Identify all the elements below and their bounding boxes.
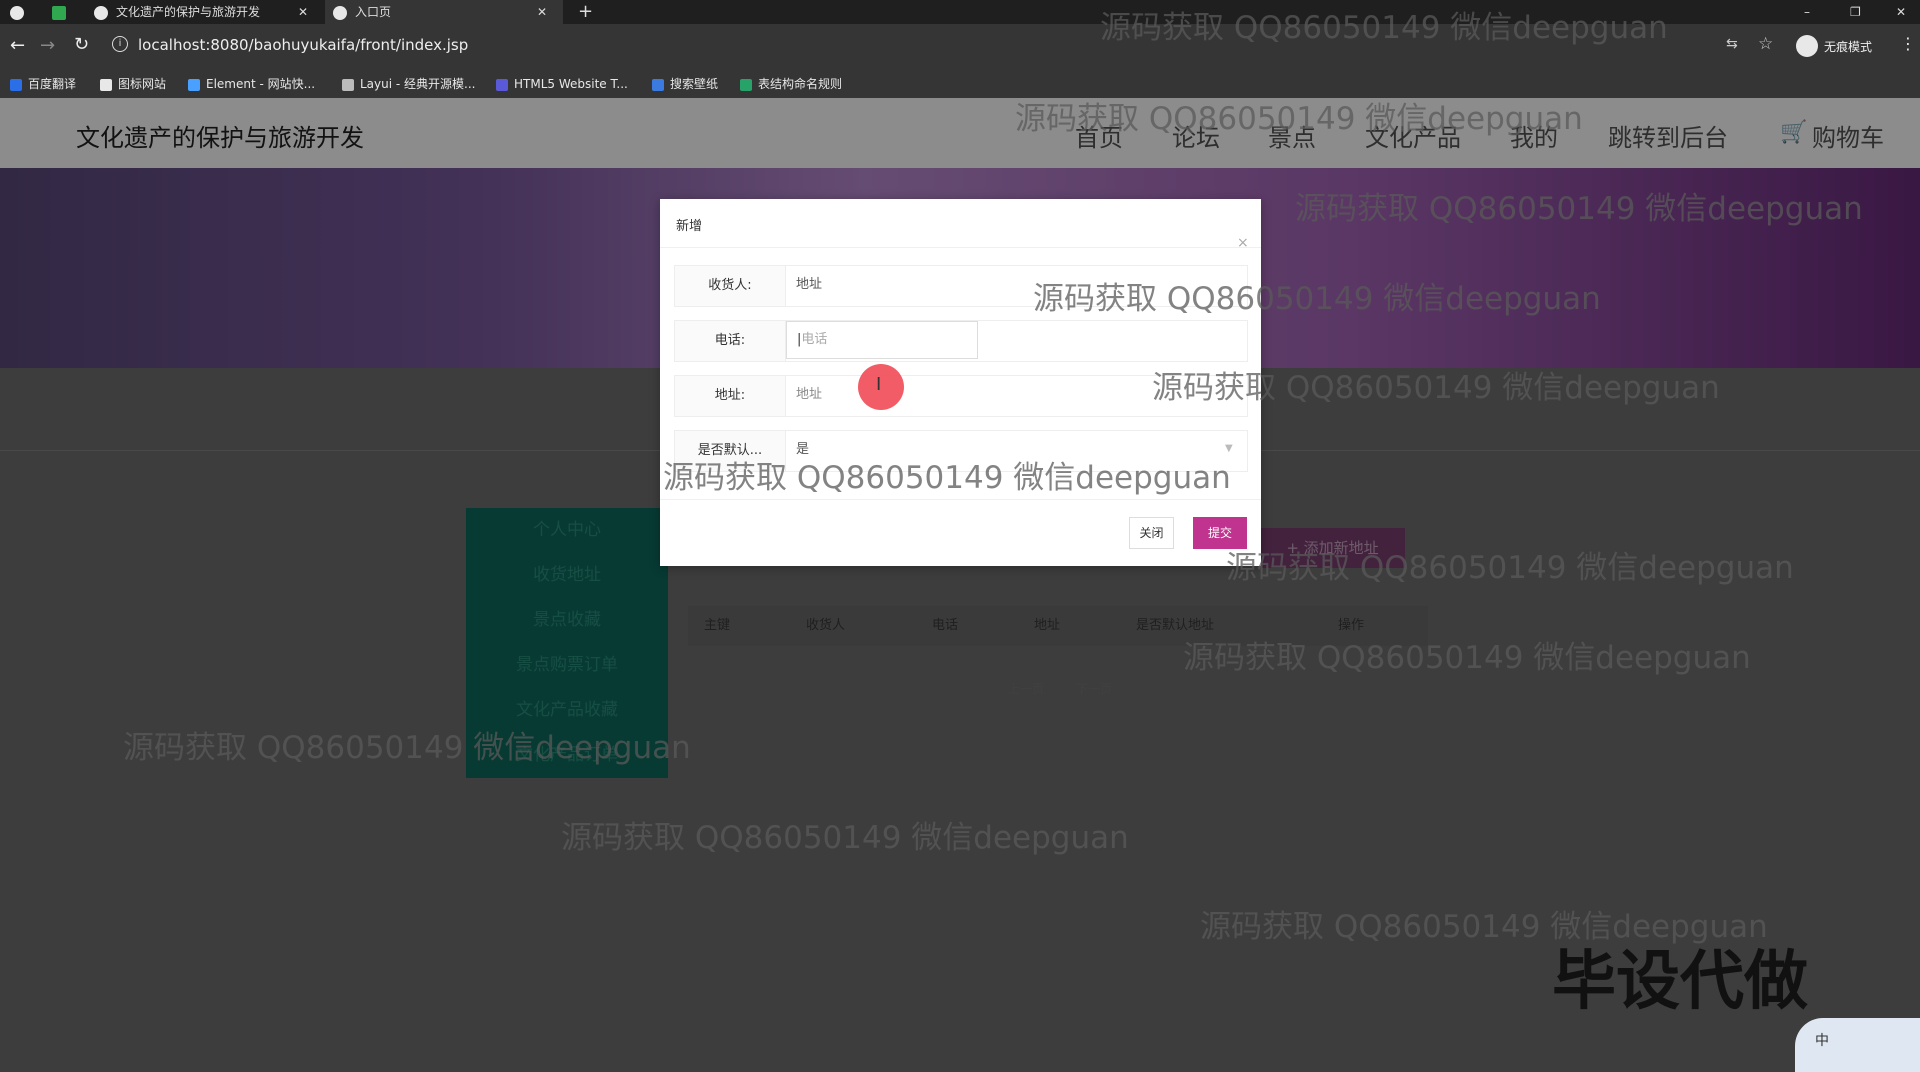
cancel-button[interactable]: 关闭 bbox=[1129, 517, 1174, 549]
new-tab-button[interactable]: + bbox=[578, 0, 593, 24]
back-icon[interactable]: ← bbox=[10, 35, 25, 56]
info-icon[interactable]: i bbox=[112, 36, 128, 52]
watermark: 源码获取 QQ86050149 微信deepguan bbox=[1183, 640, 1751, 676]
phone-input[interactable]: |电话 bbox=[786, 321, 978, 359]
form-row-phone: 电话: |电话 bbox=[674, 320, 1248, 362]
window-close-button[interactable]: ✕ bbox=[1896, 0, 1906, 24]
bookmark-label: 表结构命名规则 bbox=[758, 77, 843, 91]
incognito-icon bbox=[1796, 35, 1818, 57]
watermark: 源码获取 QQ86050149 微信deepguan bbox=[1295, 191, 1863, 227]
menu-icon[interactable]: ⋮ bbox=[1900, 34, 1916, 53]
bookmark-icon bbox=[496, 78, 508, 91]
incognito-label[interactable]: 无痕模式 bbox=[1824, 38, 1872, 55]
bookmark-item[interactable]: 百度翻译 bbox=[10, 70, 76, 98]
close-icon[interactable]: × bbox=[1237, 235, 1249, 251]
bookmark-label: Layui - 经典开源模... bbox=[360, 77, 476, 91]
bookmark-icon bbox=[740, 78, 752, 91]
bookmark-label: Element - 网站快... bbox=[206, 77, 316, 91]
bookmark-item[interactable]: 图标网站 bbox=[100, 70, 166, 98]
bookmark-item[interactable]: 搜索壁纸 bbox=[652, 70, 718, 98]
watermark: 源码获取 QQ86050149 微信deepguan bbox=[1152, 370, 1720, 406]
reload-icon[interactable]: ↻ bbox=[74, 34, 89, 55]
browser-tab-2[interactable] bbox=[52, 0, 72, 24]
ime-label: 中 bbox=[1815, 1033, 1829, 1049]
tab-label: 入口页 bbox=[355, 5, 392, 19]
bookmark-icon bbox=[652, 78, 664, 91]
overlay-caption: 毕设代做 bbox=[1552, 945, 1808, 1019]
bookmark-icon bbox=[342, 78, 354, 91]
tab-close-icon[interactable]: ✕ bbox=[537, 0, 547, 24]
restore-button[interactable]: ❐ bbox=[1850, 0, 1861, 24]
bookmark-item[interactable]: 表结构命名规则 bbox=[740, 70, 842, 98]
field-label: 收货人: bbox=[675, 266, 786, 306]
browser-tab-3[interactable]: 文化遗产的保护与旅游开发 ✕ bbox=[90, 0, 319, 24]
globe-icon bbox=[10, 5, 24, 20]
bookmark-label: 图标网站 bbox=[118, 77, 167, 91]
bookmark-item[interactable]: HTML5 Website T... bbox=[496, 70, 628, 98]
translate-icon[interactable]: ⇆ bbox=[1726, 36, 1738, 52]
watermark: 源码获取 QQ86050149 微信deepguan bbox=[663, 460, 1231, 496]
browser-tab-1[interactable] bbox=[10, 0, 30, 24]
bookmark-icon bbox=[100, 78, 112, 91]
tab-label: 文化遗产的保护与旅游开发 bbox=[116, 5, 261, 19]
watermark: 源码获取 QQ86050149 微信deepguan bbox=[561, 820, 1129, 856]
minimize-button[interactable]: – bbox=[1804, 0, 1810, 24]
phone-placeholder: 电话 bbox=[801, 332, 828, 347]
ime-widget[interactable]: 中 bbox=[1795, 1018, 1920, 1072]
field-label: 地址: bbox=[675, 376, 786, 416]
bookmark-label: 搜索壁纸 bbox=[670, 77, 719, 91]
bookmark-item[interactable]: Element - 网站快... bbox=[188, 70, 315, 98]
watermark: 源码获取 QQ86050149 微信deepguan bbox=[1033, 281, 1601, 317]
divider bbox=[660, 247, 1261, 248]
text-cursor-icon: I bbox=[876, 374, 882, 395]
watermark: 源码获取 QQ86050149 微信deepguan bbox=[1015, 101, 1583, 137]
sheet-icon bbox=[52, 5, 66, 20]
globe-icon bbox=[94, 5, 108, 20]
bookmark-icon bbox=[10, 78, 22, 91]
address-bar[interactable]: localhost:8080/baohuyukaifa/front/index.… bbox=[138, 36, 468, 54]
bookmarks-bar: 百度翻译 图标网站 Element - 网站快... Layui - 经典开源模… bbox=[0, 70, 1920, 98]
star-icon[interactable]: ☆ bbox=[1758, 34, 1773, 54]
watermark: 源码获取 QQ86050149 微信deepguan bbox=[1226, 550, 1794, 586]
field-label: 电话: bbox=[675, 321, 786, 361]
bookmark-icon bbox=[188, 78, 200, 91]
bookmark-item[interactable]: Layui - 经典开源模... bbox=[342, 70, 475, 98]
modal-title: 新增 bbox=[676, 219, 703, 234]
bookmark-label: 百度翻译 bbox=[28, 77, 77, 91]
watermark: 源码获取 QQ86050149 微信deepguan bbox=[123, 730, 691, 766]
watermark: 源码获取 QQ86050149 微信deepguan bbox=[1100, 10, 1668, 46]
forward-icon[interactable]: → bbox=[40, 35, 55, 56]
browser-tab-4[interactable]: 入口页 ✕ bbox=[325, 0, 563, 24]
globe-icon bbox=[333, 5, 347, 20]
bookmark-label: HTML5 Website T... bbox=[514, 77, 628, 91]
divider bbox=[660, 499, 1261, 500]
tab-close-icon[interactable]: ✕ bbox=[298, 0, 308, 24]
